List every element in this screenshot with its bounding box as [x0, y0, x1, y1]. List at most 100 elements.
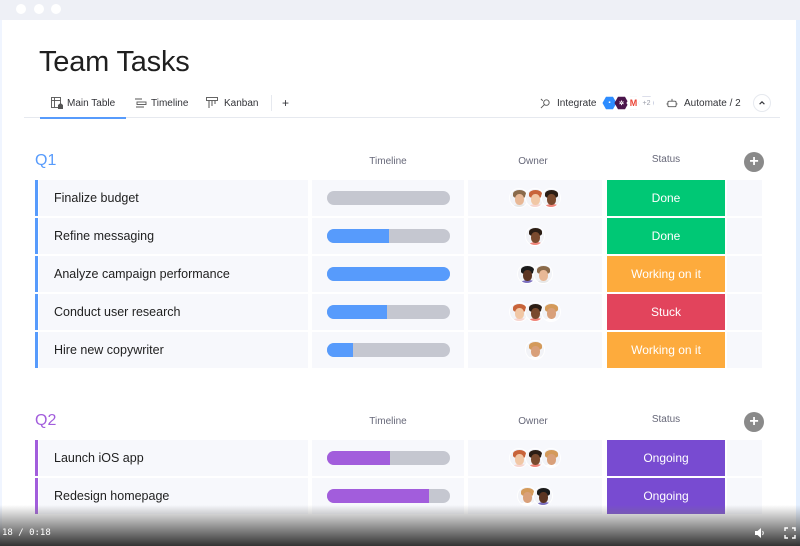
- task-name: Hire new copywriter: [54, 343, 164, 357]
- status-label: Ongoing: [643, 451, 689, 465]
- empty-cell: [727, 218, 762, 254]
- timeline-bar: [327, 489, 450, 503]
- owner-avatar[interactable]: [541, 188, 561, 208]
- timeline-bar: [327, 191, 450, 205]
- task-name-cell[interactable]: Refine messaging: [39, 218, 308, 254]
- owner-cell[interactable]: [468, 218, 602, 254]
- owner-cell[interactable]: [468, 180, 602, 216]
- timeline-cell[interactable]: [312, 180, 464, 216]
- status-cell[interactable]: Stuck: [607, 294, 725, 330]
- task-name-cell[interactable]: Finalize budget: [39, 180, 308, 216]
- integrate-icon: [540, 98, 550, 108]
- status-label: Working on it: [631, 343, 701, 357]
- status-label: Done: [651, 229, 681, 243]
- group-color-bar: [35, 332, 38, 368]
- owner-cell[interactable]: [468, 294, 602, 330]
- column-header-status[interactable]: Status: [607, 154, 725, 165]
- tab-timeline[interactable]: Timeline: [135, 88, 188, 118]
- task-name: Refine messaging: [54, 229, 155, 243]
- task-name-cell[interactable]: Conduct user research: [39, 294, 308, 330]
- timeline-bar: [327, 451, 450, 465]
- column-header-timeline[interactable]: Timeline: [313, 156, 463, 167]
- page-title: Team Tasks: [39, 46, 190, 78]
- status-cell[interactable]: Working on it: [607, 256, 725, 292]
- empty-cell: [727, 256, 762, 292]
- task-name-cell[interactable]: Analyze campaign performance: [39, 256, 308, 292]
- window-dot[interactable]: [51, 4, 61, 14]
- status-cell[interactable]: Done: [607, 180, 725, 216]
- table-row[interactable]: Launch iOS app Ongoing: [35, 440, 762, 476]
- more-apps-count: +2: [638, 96, 655, 110]
- integrate-button[interactable]: Integrate ▪ ✲ M +2: [540, 88, 655, 118]
- add-view-button[interactable]: +: [282, 88, 289, 118]
- group-color-bar: [35, 294, 38, 330]
- integration-apps: ▪ ✲ M +2: [602, 96, 655, 111]
- timeline-progress: [327, 489, 430, 503]
- status-cell[interactable]: Working on it: [607, 332, 725, 368]
- automate-button[interactable]: Automate / 2: [666, 88, 741, 118]
- table-row[interactable]: Analyze campaign performance Working on …: [35, 256, 762, 292]
- group-color-bar: [35, 218, 38, 254]
- window-dot[interactable]: [34, 4, 44, 14]
- status-cell[interactable]: Ongoing: [607, 440, 725, 476]
- group-title[interactable]: Q2: [35, 412, 56, 430]
- task-name: Conduct user research: [54, 305, 181, 319]
- automate-label: Automate / 2: [684, 97, 741, 109]
- column-header-owner[interactable]: Owner: [468, 416, 598, 427]
- timeline-progress: [327, 451, 390, 465]
- empty-cell: [727, 180, 762, 216]
- table-row[interactable]: Conduct user research Stuck: [35, 294, 762, 330]
- tab-label: Kanban: [224, 97, 259, 109]
- status-label: Done: [651, 191, 681, 205]
- owner-cell[interactable]: [468, 332, 602, 368]
- owner-avatar[interactable]: [525, 340, 545, 360]
- slack-app-icon: ✲: [614, 96, 629, 110]
- window-left-edge: [0, 20, 2, 546]
- timeline-bar: [327, 229, 450, 243]
- timeline-cell[interactable]: [312, 256, 464, 292]
- timeline-cell[interactable]: [312, 332, 464, 368]
- status-cell[interactable]: Done: [607, 218, 725, 254]
- tab-label: Main Table: [67, 97, 116, 109]
- table-row[interactable]: Refine messaging Done: [35, 218, 762, 254]
- empty-cell: [727, 440, 762, 476]
- status-label: Working on it: [631, 267, 701, 281]
- timeline-cell[interactable]: [312, 294, 464, 330]
- video-time: 18 / 0:18: [2, 528, 51, 538]
- window-dot[interactable]: [16, 4, 26, 14]
- task-name: Analyze campaign performance: [54, 267, 230, 281]
- timeline-progress: [327, 267, 450, 281]
- owner-avatar[interactable]: [525, 226, 545, 246]
- task-name-cell[interactable]: Hire new copywriter: [39, 332, 308, 368]
- owner-avatar[interactable]: [541, 448, 561, 468]
- fullscreen-icon[interactable]: [784, 527, 796, 539]
- empty-cell: [727, 332, 762, 368]
- owner-cell[interactable]: [468, 440, 602, 476]
- owner-avatar[interactable]: [533, 264, 553, 284]
- collapse-header-button[interactable]: [753, 94, 771, 112]
- table-row[interactable]: Hire new copywriter Working on it: [35, 332, 762, 368]
- column-header-status[interactable]: Status: [607, 414, 725, 425]
- owner-avatar[interactable]: [533, 486, 553, 506]
- owner-avatar[interactable]: [541, 302, 561, 322]
- table-home-icon: [51, 97, 63, 109]
- add-column-button[interactable]: +: [744, 152, 764, 172]
- robot-icon: [666, 98, 678, 107]
- task-name-cell[interactable]: Launch iOS app: [39, 440, 308, 476]
- timeline-bar: [327, 305, 450, 319]
- empty-cell: [727, 294, 762, 330]
- tab-kanban[interactable]: Kanban: [206, 88, 258, 118]
- task-name: Redesign homepage: [54, 489, 170, 503]
- tab-main-table[interactable]: Main Table: [39, 88, 127, 119]
- kanban-icon: [206, 97, 218, 108]
- table-row[interactable]: Finalize budget Done: [35, 180, 762, 216]
- volume-icon[interactable]: [754, 527, 766, 539]
- group-title[interactable]: Q1: [35, 152, 56, 170]
- add-column-button[interactable]: +: [744, 412, 764, 432]
- column-header-owner[interactable]: Owner: [468, 156, 598, 167]
- timeline-cell[interactable]: [312, 218, 464, 254]
- timeline-cell[interactable]: [312, 440, 464, 476]
- owner-cell[interactable]: [468, 256, 602, 292]
- timeline-progress: [327, 229, 389, 243]
- column-header-timeline[interactable]: Timeline: [313, 416, 463, 427]
